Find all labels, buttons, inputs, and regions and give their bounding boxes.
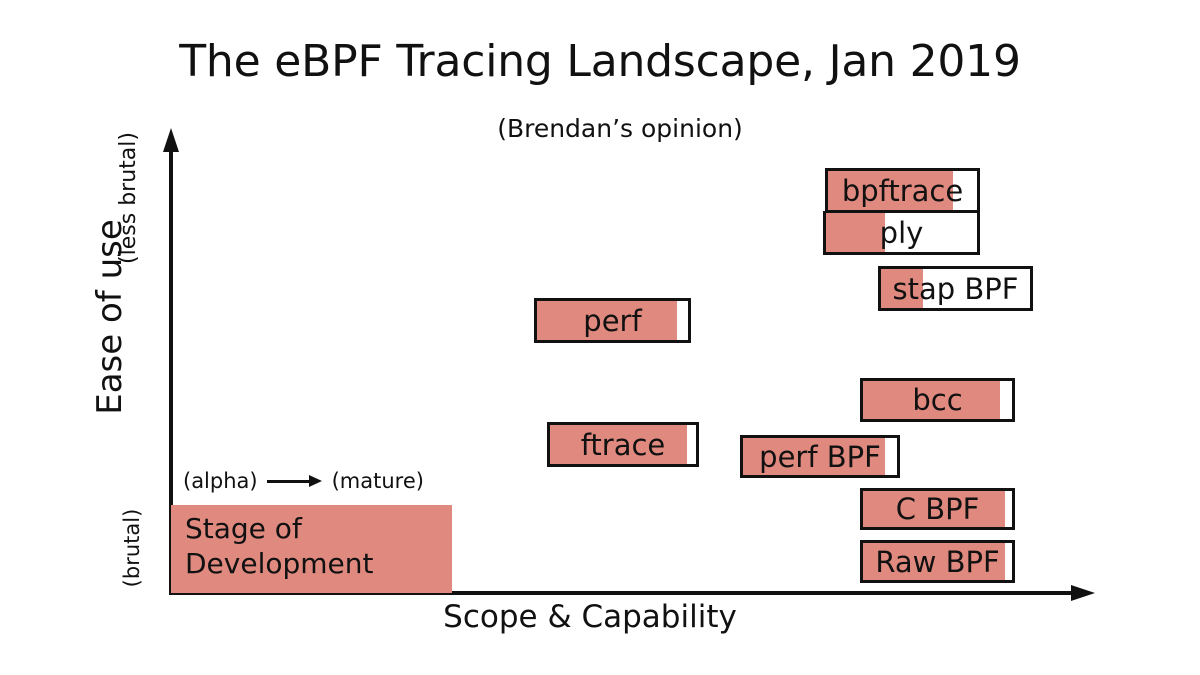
- tool-box-ftrace[interactable]: ftrace: [547, 422, 699, 467]
- page-subtitle: (Brendan’s opinion): [497, 114, 743, 143]
- tool-label: bcc: [912, 383, 963, 417]
- y-axis-top-label: (less brutal): [116, 132, 141, 264]
- legend-maturity-scale: (alpha) (mature): [183, 465, 424, 497]
- tool-label: ply: [879, 215, 924, 250]
- legend-alpha-label: (alpha): [183, 469, 258, 493]
- tool-label: bpftrace: [841, 173, 964, 208]
- tool-box-perf-bpf[interactable]: perf BPF: [740, 435, 900, 478]
- tool-label: perf BPF: [759, 439, 881, 474]
- tool-box-c-bpf[interactable]: C BPF: [860, 488, 1015, 530]
- tool-label: stap BPF: [892, 271, 1019, 306]
- tool-box-ply[interactable]: ply: [823, 211, 980, 255]
- legend-stage-of-development-label: Stage of Development: [185, 512, 374, 580]
- tool-box-raw-bpf[interactable]: Raw BPF: [860, 540, 1015, 583]
- tool-box-stap-bpf[interactable]: stap BPF: [878, 266, 1033, 311]
- tool-label: ftrace: [580, 427, 666, 462]
- tool-label: Raw BPF: [875, 544, 1000, 579]
- slide-canvas: The eBPF Tracing Landscape, Jan 2019 (Br…: [0, 0, 1200, 675]
- x-axis-label: Scope & Capability: [443, 599, 737, 635]
- page-title: The eBPF Tracing Landscape, Jan 2019: [179, 36, 1021, 87]
- legend-stage-of-development-box: Stage of Development: [171, 505, 452, 593]
- right-arrow-icon: [266, 475, 323, 487]
- y-axis-bottom-label: (brutal): [120, 508, 144, 588]
- tool-label: perf: [583, 303, 642, 338]
- tool-box-perf[interactable]: perf: [534, 298, 691, 343]
- tool-label: C BPF: [895, 492, 980, 526]
- tool-box-bcc[interactable]: bcc: [860, 378, 1015, 422]
- legend-mature-label: (mature): [331, 469, 424, 493]
- tool-box-bpftrace[interactable]: bpftrace: [825, 168, 980, 212]
